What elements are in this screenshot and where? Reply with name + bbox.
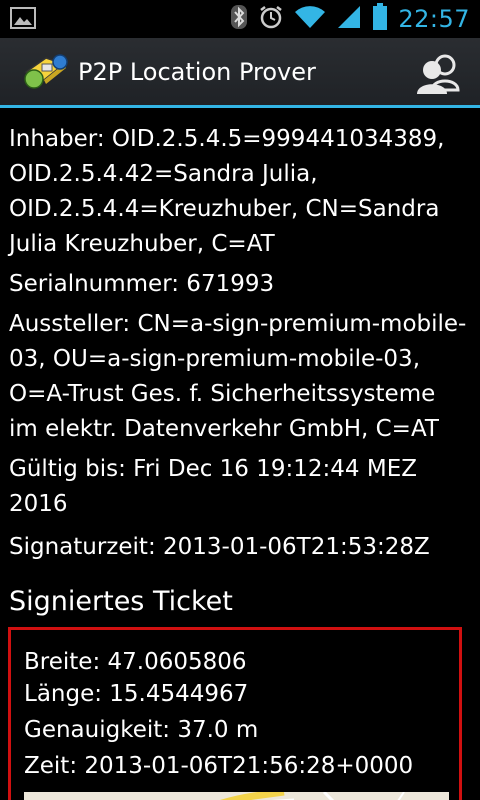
aussteller-text: Aussteller: CN=a-sign-premium-mobile-03,…: [9, 311, 467, 442]
app-title: P2P Location Prover: [78, 58, 316, 86]
breite-text: Breite: 47.0605806: [24, 649, 247, 675]
gueltig-bis-text: Gültig bis: Fri Dec 16 19:12:44 MEZ 2016: [9, 456, 417, 517]
status-bar: 22:57: [0, 0, 480, 38]
battery-icon: [372, 3, 388, 35]
map-preview[interactable]: [24, 792, 449, 800]
app-logo-icon: [20, 52, 72, 92]
serialnummer-text: Serialnummer: 671993: [9, 271, 275, 297]
action-bar: P2P Location Prover: [0, 38, 480, 108]
section-title-signed-ticket: Signiertes Ticket: [9, 586, 233, 617]
laenge-text: Länge: 15.4544967: [24, 681, 249, 707]
zeit-text: Zeit: 2013-01-06T21:56:28+0000: [24, 753, 414, 779]
image-notification-icon: [10, 6, 36, 34]
content-area[interactable]: Inhaber: OID.2.5.4.5=999441034389, OID.2…: [0, 108, 480, 800]
contacts-button[interactable]: [414, 52, 462, 96]
bluetooth-icon: [230, 4, 248, 34]
clock-time: 22:57: [398, 5, 470, 33]
signaturzeit-text: Signaturzeit: 2013-01-06T21:53:28Z: [9, 534, 430, 560]
inhaber-text: Inhaber: OID.2.5.4.5=999441034389, OID.2…: [9, 126, 445, 257]
wifi-icon: [294, 5, 326, 33]
contacts-icon: [417, 54, 460, 94]
alarm-icon: [258, 4, 284, 34]
signal-icon: [336, 4, 362, 34]
genauigkeit-text: Genauigkeit: 37.0 m: [24, 717, 259, 743]
certificate-info: Inhaber: OID.2.5.4.5=999441034389, OID.2…: [0, 108, 480, 565]
signed-ticket-box: Breite: 47.0605806 Länge: 15.4544967 Gen…: [8, 627, 462, 800]
